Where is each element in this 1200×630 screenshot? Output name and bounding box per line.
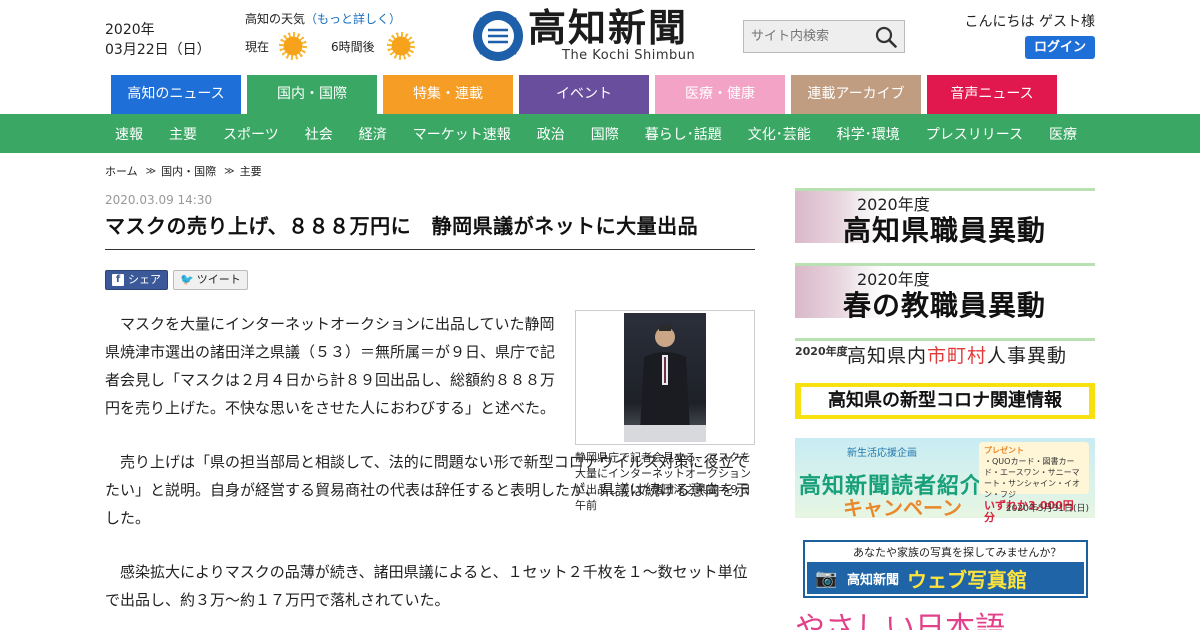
facebook-icon: f xyxy=(112,274,124,286)
search-button[interactable] xyxy=(868,21,904,52)
tab-health[interactable]: 医療・健康 xyxy=(655,75,785,114)
subnav-item[interactable]: 主要 xyxy=(169,124,197,144)
subnav-item[interactable]: 国際 xyxy=(591,124,619,144)
banner-reader-campaign[interactable]: 新生活応援企画 高知新聞読者紹介 キャンペーン プレゼント ・QUOカード・図書… xyxy=(795,438,1095,523)
banner-small-text: 新生活応援企画 xyxy=(847,448,917,459)
photo-image xyxy=(624,313,706,442)
banner-web-photo-gallery[interactable]: あなたや家族の写真を探してみませんか？ 📷 高知新聞 ウェブ写真館 xyxy=(803,540,1088,598)
share-buttons: f シェア 🐦 ツイート xyxy=(105,270,253,290)
weather-widget: 高知の天気（もっと詳しく） 現在 6時間後 xyxy=(245,10,439,60)
banner-municipal-changes[interactable]: 2020年度 高知県内市町村人事異動 xyxy=(795,338,1095,367)
tweet-label: ツイート xyxy=(196,273,241,286)
twitter-tweet-button[interactable]: 🐦 ツイート xyxy=(173,270,248,290)
subnav-item[interactable]: 社会 xyxy=(305,124,333,144)
subnav-item[interactable]: 文化･芸能 xyxy=(748,124,811,144)
article-timestamp: 2020.03.09 14:30 xyxy=(105,193,213,207)
user-greeting: こんにちは ゲスト様 xyxy=(964,14,1095,30)
share-label: シェア xyxy=(128,273,161,286)
weather-later-label: 6時間後 xyxy=(331,39,375,54)
weather-more-link[interactable]: （もっと詳しく） xyxy=(305,12,401,26)
subnav-item[interactable]: スポーツ xyxy=(223,124,279,144)
banner-year: 2020年度 xyxy=(795,345,848,358)
banner-title: 春の教職員異動 xyxy=(843,289,1047,322)
article-body: マスクを大量にインターネットオークションに出品していた静岡県焼津市選出の諸田洋之… xyxy=(105,310,750,614)
banner-covid-info[interactable]: 高知県の新型コロナ関連情報 xyxy=(795,383,1095,419)
chevron-right-icon: ≫ xyxy=(224,165,235,177)
current-date: 2020年 03月22日（日） xyxy=(105,20,211,60)
banner-title: ウェブ写真館 xyxy=(907,568,1027,592)
banner-kochi-staff-changes[interactable]: 2020年度 高知県職員異動 xyxy=(795,188,1095,247)
search-icon xyxy=(875,26,897,48)
facebook-share-button[interactable]: f シェア xyxy=(105,270,168,290)
category-tabs: 高知のニュース 国内・国際 特集・連載 イベント 医療・健康 連載アーカイブ 音… xyxy=(111,75,1063,114)
twitter-bird-icon: 🐦 xyxy=(180,273,194,286)
sun-icon xyxy=(279,32,307,60)
site-logo[interactable]: 高知新聞 The Kochi Shimbun xyxy=(470,8,730,64)
tab-kochi-news[interactable]: 高知のニュース xyxy=(111,75,241,114)
banner-easy-japanese[interactable]: やさしい日本語 xyxy=(795,612,1095,630)
login-button[interactable]: ログイン xyxy=(1025,36,1095,59)
banner-deadline: 2020年5月31日(日) xyxy=(1005,504,1089,514)
chevron-right-icon: ≫ xyxy=(145,165,157,177)
tab-archive[interactable]: 連載アーカイブ xyxy=(791,75,921,114)
banner-top-text: あなたや家族の写真を探してみませんか？ xyxy=(853,546,1062,559)
tab-audio-news[interactable]: 音声ニュース xyxy=(927,75,1057,114)
banner-title: 高知県の新型コロナ関連情報 xyxy=(801,387,1089,415)
breadcrumb-home[interactable]: ホーム xyxy=(105,163,138,179)
article-photo[interactable] xyxy=(575,310,755,445)
logo-title: 高知新聞 xyxy=(528,5,689,50)
banner-prize: プレゼント ・QUOカード・図書カード・エースワン・サニーマート・サンシャイン・… xyxy=(979,442,1089,523)
breadcrumb-current[interactable]: 主要 xyxy=(240,163,262,179)
banner-title: 高知県内市町村人事異動 xyxy=(847,341,1067,368)
subnav-item[interactable]: 科学･環境 xyxy=(837,124,900,144)
banner-bottom: 📷 高知新聞 ウェブ写真館 xyxy=(807,562,1084,594)
tab-domestic-international[interactable]: 国内・国際 xyxy=(247,75,377,114)
banner-title-c: 人事異動 xyxy=(987,345,1068,367)
prize-head: プレゼント xyxy=(984,446,1024,455)
logo-emblem-icon xyxy=(473,11,523,61)
subnav-item[interactable]: 医療 xyxy=(1049,124,1077,144)
logo-subtitle: The Kochi Shimbun xyxy=(562,48,696,63)
weather-now-label: 現在 xyxy=(245,39,270,54)
search-input[interactable] xyxy=(744,21,868,52)
breadcrumb-category[interactable]: 国内・国際 xyxy=(161,163,216,179)
banner-title: 高知県職員異動 xyxy=(843,214,1047,247)
subnav-item[interactable]: プレスリリース xyxy=(926,124,1023,144)
article-paragraph: 感染拡大によりマスクの品薄が続き、諸田県議によると、１セット２千枚を１～数セット… xyxy=(105,563,748,609)
banner-name: 高知新聞 xyxy=(847,573,900,588)
article-headline: マスクの売り上げ、８８８万円に 静岡県議がネットに大量出品 xyxy=(105,210,755,250)
breadcrumb: ホーム ≫ 国内・国際 ≫ 主要 xyxy=(105,163,262,179)
article-paragraph: マスクを大量にインターネットオークションに出品していた静岡県焼津市選出の諸田洋之… xyxy=(105,315,556,417)
sun-icon xyxy=(387,32,415,60)
banner-teacher-changes[interactable]: 2020年度 春の教職員異動 xyxy=(795,263,1095,322)
subnav-item[interactable]: 暮らし･話題 xyxy=(645,124,722,144)
date-year: 2020年 xyxy=(105,22,155,38)
photo-caption: 静岡県庁で記者会見する、マスクを大量にインターネットオークションに出品していた諸… xyxy=(575,451,751,512)
prize-items: ・QUOカード・図書カード・エースワン・サニーマート・サンシャイン・イオン・フジ xyxy=(984,457,1080,499)
banner-title-a: 高知県内 xyxy=(847,345,928,367)
banner-title-b: 市町村 xyxy=(927,345,988,367)
banner-subtitle: キャンペーン xyxy=(843,496,962,520)
camera-icon: 📷 xyxy=(815,568,838,589)
subnav-item[interactable]: 政治 xyxy=(537,124,565,144)
subnav-item[interactable]: マーケット速報 xyxy=(413,124,511,144)
weather-title: 高知の天気 xyxy=(245,12,306,26)
person-figure-icon xyxy=(624,325,706,442)
tab-events[interactable]: イベント xyxy=(519,75,649,114)
tab-features[interactable]: 特集・連載 xyxy=(383,75,513,114)
site-search xyxy=(743,20,905,53)
subnav-item[interactable]: 速報 xyxy=(115,124,143,144)
site-header: 2020年 03月22日（日） 高知の天気（もっと詳しく） 現在 6時間後 高知… xyxy=(0,0,1200,75)
banner-title: やさしい日本語 xyxy=(795,612,1005,630)
sub-navigation: 速報 主要 スポーツ 社会 経済 マーケット速報 政治 国際 暮らし･話題 文化… xyxy=(0,114,1200,153)
subnav-item[interactable]: 経済 xyxy=(359,124,387,144)
date-day: 03月22日（日） xyxy=(105,42,211,58)
